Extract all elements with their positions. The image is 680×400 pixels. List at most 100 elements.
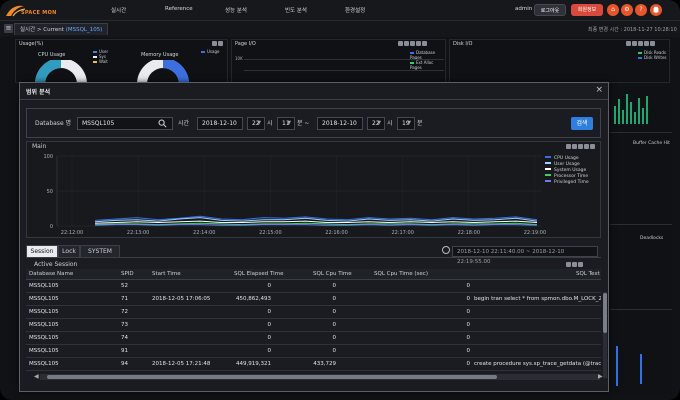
nav-settings[interactable]: 환경설정 <box>345 6 365 14</box>
help-icon[interactable]: ? <box>635 4 647 16</box>
scroll-left-icon[interactable]: ◀ <box>34 373 39 380</box>
cpu-legend: User Sys Wait <box>93 49 108 64</box>
modal-title: 범위 분석 <box>26 89 51 96</box>
cell-database-name: MSSQL105 <box>29 283 59 289</box>
close-icon[interactable]: × <box>595 85 603 95</box>
cell-sql-cpu-time: 433,729 <box>313 361 336 367</box>
breadcrumb-instance: (MSSQL_105) <box>65 27 103 33</box>
col-spid[interactable]: SPID <box>121 271 134 277</box>
cell-sql-cpu-time-sec: 0 <box>466 348 471 354</box>
cell-start-time: 2018-12-05 17:06:05 <box>152 296 211 302</box>
logo-text: SPACE MON <box>21 10 57 16</box>
main-line-chart[interactable]: 0 50 100 22:12:00 22:13:00 22:14:00 22:15:00 22… <box>27 142 602 239</box>
col-sql-text[interactable]: SQL Text <box>576 271 600 277</box>
legend-label: System Usage <box>554 167 586 173</box>
cell-sql-text: begin tran select * from spmon.dbo.M_LOC… <box>474 296 601 302</box>
table-row[interactable]: MSSQL105 94 2018-12-05 17:21:48 449,919,321… <box>26 358 601 371</box>
disk-io-legend: Disk Reads Disk Writes <box>638 50 667 60</box>
col-sql-elapsed-time[interactable]: SQL Elapsed Time <box>234 271 283 277</box>
disk-io-title: Disk I/O <box>453 41 473 47</box>
excel-icon[interactable] <box>566 262 571 267</box>
page-io-panel: Page I/O Database Pages Ext Alloc Pages … <box>231 39 446 83</box>
memory-usage-label: Memory Usage <box>141 52 179 58</box>
cell-database-name: MSSQL105 <box>29 296 59 302</box>
cell-database-name: MSSQL105 <box>29 335 59 341</box>
time-label: 시간 <box>178 120 190 127</box>
logout-button[interactable]: 로그아웃 <box>534 4 566 16</box>
nav-realtime[interactable]: 실시간 <box>111 6 126 14</box>
app-screen: SPACE MON 실시간 Reference 성능 분석 빈도 분석 환경설정… <box>0 0 680 400</box>
table-row[interactable]: MSSQL105 72 0 0 0 <box>26 306 601 319</box>
app-logo[interactable]: SPACE MON <box>4 3 74 18</box>
tab-system[interactable]: SYSTEM <box>80 245 120 258</box>
y-tick-label: 50 <box>47 189 53 195</box>
cell-sql-elapsed-time: 0 <box>267 322 272 328</box>
copy-icon[interactable] <box>572 262 577 267</box>
vertical-scrollbar-thumb[interactable] <box>603 293 607 333</box>
col-database-name[interactable]: Database Name <box>29 271 73 277</box>
breadcrumb-bar: ≡ 실시간 > Current (MSSQL_105) 최종 변경 시간 : 2… <box>0 21 680 37</box>
expand-icon[interactable] <box>578 262 583 267</box>
cell-sql-cpu-time-sec: 0 <box>466 309 471 315</box>
hour-unit: 시 <box>267 120 273 127</box>
end-date-input[interactable]: 2018-12-10 <box>317 117 363 130</box>
gear-icon[interactable]: ⚙ <box>621 4 633 16</box>
col-sql-cpu-time[interactable]: SQL Cpu Time <box>313 271 352 277</box>
table-row[interactable]: MSSQL105 52 0 0 0 <box>26 280 601 293</box>
col-sql-cpu-time-sec[interactable]: SQL Cpu Time (sec) <box>374 271 428 277</box>
nav-frequency-analysis[interactable]: 빈도 분석 <box>285 6 307 14</box>
usage-panel: Usage(%) CPU Usage Memory Usage User Sys… <box>15 39 228 84</box>
scroll-right-icon[interactable]: ▶ <box>598 373 603 380</box>
panel-icons <box>625 41 655 47</box>
chevron-down-icon: ▼ <box>407 120 411 126</box>
chevron-down-icon: ▼ <box>377 120 381 126</box>
tab-session[interactable]: Session <box>26 245 58 258</box>
end-hour-select[interactable]: 22 ▼ <box>367 117 385 130</box>
x-tick-label: 22:16:00 <box>325 230 347 236</box>
y-tick-label: 0 <box>50 224 53 230</box>
cell-spid: 71 <box>121 296 128 302</box>
home-icon[interactable]: ⌂ <box>607 4 619 16</box>
search-icon[interactable] <box>158 119 167 128</box>
series-line <box>94 222 538 226</box>
table-row[interactable]: MSSQL105 73 0 0 0 <box>26 319 601 332</box>
buffer-cache-label: Buffer Cache Hit <box>633 141 670 146</box>
legend-label: Processor Time <box>554 173 588 179</box>
my-info-button[interactable]: 회원정보 <box>571 4 603 16</box>
cell-spid: 74 <box>121 335 128 341</box>
cell-sql-cpu-time-sec: 0 <box>466 296 471 302</box>
nav-reference[interactable]: Reference <box>165 6 193 12</box>
horizontal-scrollbar-thumb[interactable] <box>47 375 497 379</box>
start-minute-select[interactable]: 11 ▼ <box>277 117 295 130</box>
menu-icon[interactable]: ≡ <box>4 24 13 33</box>
search-button[interactable]: 검색 <box>571 117 593 130</box>
minute-unit: 분 <box>417 120 423 127</box>
cell-sql-cpu-time-sec: 0 <box>466 335 471 341</box>
minute-unit-range: 분 ~ <box>297 120 310 127</box>
page-io-ytick: 10K <box>235 56 243 61</box>
cell-sql-elapsed-time: 450,862,493 <box>236 296 271 302</box>
cell-database-name: MSSQL105 <box>29 361 59 367</box>
database-label: Database 명 <box>35 120 72 127</box>
cell-sql-cpu-time-sec: 0 <box>466 322 471 328</box>
table-row[interactable]: MSSQL105 74 0 0 0 <box>26 332 601 345</box>
series-line <box>94 220 538 224</box>
end-minute-select[interactable]: 19 ▼ <box>397 117 415 130</box>
bell-icon[interactable] <box>650 4 662 16</box>
cell-sql-cpu-time: 0 <box>332 335 337 341</box>
col-start-time[interactable]: Start Time <box>152 271 181 277</box>
breadcrumb[interactable]: 실시간 > Current (MSSQL_105) <box>14 23 109 35</box>
legend-label: CPU Usage <box>554 155 579 161</box>
legend-swatch <box>545 162 551 164</box>
cell-sql-text: create procedure sys.sp_trace_getdata (@… <box>474 361 601 367</box>
tab-lock[interactable]: Lock <box>58 245 80 258</box>
nav-performance-analysis[interactable]: 성능 분석 <box>225 6 247 14</box>
start-date-input[interactable]: 2018-12-10 <box>197 117 243 130</box>
start-hour-select[interactable]: 22 ▼ <box>247 117 265 130</box>
legend-label: Privileged Time <box>554 179 589 185</box>
last-refresh-time: 최종 변경 시간 : 2018-11-27 10:28:10 <box>588 27 677 33</box>
table-row[interactable]: MSSQL105 91 0 0 0 <box>26 345 601 358</box>
table-row[interactable]: MSSQL105 71 2018-12-05 17:06:05 450,862,493… <box>26 293 601 306</box>
x-tick-label: 22:14:00 <box>193 230 215 236</box>
cell-spid: 72 <box>121 309 128 315</box>
